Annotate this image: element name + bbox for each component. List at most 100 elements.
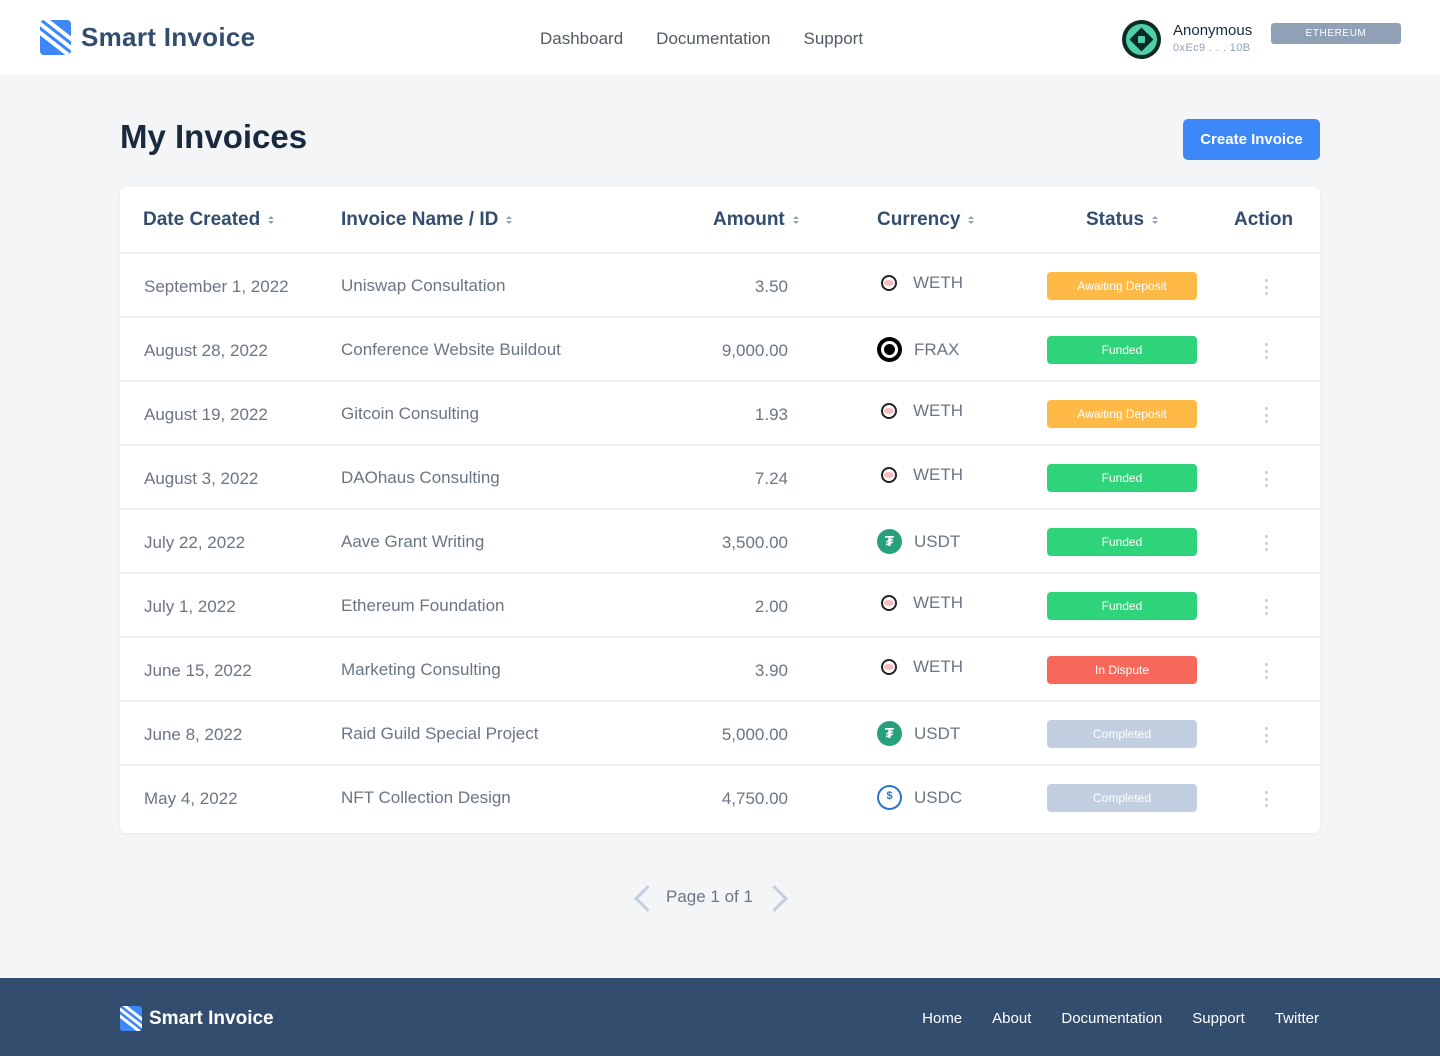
table-header: Date Created Invoice Name / ID Amount Cu… bbox=[120, 187, 1320, 254]
row-date: September 1, 2022 bbox=[144, 277, 289, 296]
table-row[interactable]: May 4, 2022 NFT Collection Design 4,750.… bbox=[120, 766, 1320, 830]
table-row[interactable]: August 3, 2022 DAOhaus Consulting 7.24 W… bbox=[120, 446, 1320, 510]
nav-support[interactable]: Support bbox=[804, 29, 864, 49]
nav-dashboard[interactable]: Dashboard bbox=[540, 29, 623, 49]
status-badge: Completed bbox=[1047, 784, 1197, 812]
status-badge: Awaiting Deposit bbox=[1047, 400, 1197, 428]
footer-link-home[interactable]: Home bbox=[922, 1010, 962, 1027]
row-invoice-name[interactable]: Raid Guild Special Project bbox=[341, 724, 538, 744]
row-currency-label: WETH bbox=[913, 273, 964, 292]
row-invoice-name[interactable]: Uniswap Consultation bbox=[341, 276, 505, 296]
column-header-currency[interactable]: Currency bbox=[877, 209, 975, 231]
row-amount: 3,500.00 bbox=[721, 533, 788, 552]
table-row[interactable]: August 19, 2022 Gitcoin Consulting 1.93 … bbox=[120, 382, 1320, 446]
brand-name: Smart Invoice bbox=[81, 22, 256, 52]
table-row[interactable]: August 28, 2022 Conference Website Build… bbox=[120, 318, 1320, 382]
nav-documentation[interactable]: Documentation bbox=[656, 29, 770, 49]
column-header-date[interactable]: Date Created bbox=[143, 209, 275, 231]
row-currency: WETH bbox=[877, 657, 963, 677]
row-date: June 8, 2022 bbox=[144, 725, 243, 744]
smart-invoice-logo-icon bbox=[120, 1006, 142, 1031]
footer-nav: Home About Documentation Support Twitter bbox=[922, 1010, 1319, 1027]
row-amount: 5,000.00 bbox=[721, 725, 788, 744]
row-actions-kebab-icon[interactable] bbox=[1258, 598, 1274, 616]
row-invoice-name[interactable]: Aave Grant Writing bbox=[341, 532, 484, 552]
row-currency: WETH bbox=[877, 273, 963, 293]
row-date: June 15, 2022 bbox=[144, 661, 252, 680]
row-actions-kebab-icon[interactable] bbox=[1258, 534, 1274, 552]
table-body: September 1, 2022 Uniswap Consultation 3… bbox=[120, 254, 1320, 830]
footer-link-documentation[interactable]: Documentation bbox=[1061, 1010, 1162, 1027]
usdt-icon: ₮ bbox=[877, 721, 902, 746]
footer-link-twitter[interactable]: Twitter bbox=[1275, 1010, 1319, 1027]
row-actions-kebab-icon[interactable] bbox=[1258, 278, 1274, 296]
row-currency-label: USDC bbox=[914, 787, 963, 807]
sort-icon bbox=[1152, 216, 1159, 224]
top-header: Smart Invoice Dashboard Documentation Su… bbox=[0, 0, 1440, 75]
account-menu[interactable]: Anonymous 0xEc9 . . . 10B bbox=[1122, 20, 1252, 59]
status-badge: Awaiting Deposit bbox=[1047, 272, 1197, 300]
row-amount: 2.00 bbox=[754, 597, 788, 616]
row-amount: 7.24 bbox=[754, 469, 788, 488]
sort-icon bbox=[506, 216, 513, 224]
column-header-amount[interactable]: Amount bbox=[713, 209, 799, 231]
chevron-left-icon[interactable] bbox=[630, 882, 652, 912]
row-invoice-name[interactable]: DAOhaus Consulting bbox=[341, 468, 500, 488]
page-title: My Invoices bbox=[120, 118, 308, 155]
column-header-name[interactable]: Invoice Name / ID bbox=[341, 209, 513, 231]
row-currency: USDC bbox=[877, 785, 962, 810]
column-header-label: Currency bbox=[877, 209, 961, 230]
table-row[interactable]: July 1, 2022 Ethereum Foundation 2.00 WE… bbox=[120, 574, 1320, 638]
row-actions-kebab-icon[interactable] bbox=[1258, 662, 1274, 680]
brand-logo[interactable]: Smart Invoice bbox=[40, 20, 255, 55]
usdc-icon bbox=[877, 785, 902, 810]
status-badge: Funded bbox=[1047, 464, 1197, 492]
status-badge: Completed bbox=[1047, 720, 1197, 748]
table-row[interactable]: July 22, 2022 Aave Grant Writing 3,500.0… bbox=[120, 510, 1320, 574]
row-invoice-name[interactable]: NFT Collection Design bbox=[341, 788, 511, 808]
invoices-table: Date Created Invoice Name / ID Amount Cu… bbox=[120, 187, 1320, 833]
sort-icon bbox=[268, 216, 275, 224]
row-invoice-name[interactable]: Gitcoin Consulting bbox=[341, 404, 479, 424]
row-actions-kebab-icon[interactable] bbox=[1258, 406, 1274, 424]
column-header-label: Action bbox=[1234, 209, 1294, 230]
chevron-right-icon[interactable] bbox=[767, 882, 789, 912]
footer-link-support[interactable]: Support bbox=[1192, 1010, 1245, 1027]
row-invoice-name[interactable]: Ethereum Foundation bbox=[341, 596, 505, 616]
table-row[interactable]: September 1, 2022 Uniswap Consultation 3… bbox=[120, 254, 1320, 318]
row-currency: WETH bbox=[877, 593, 963, 613]
row-date: August 19, 2022 bbox=[144, 405, 268, 424]
table-row[interactable]: June 8, 2022 Raid Guild Special Project … bbox=[120, 702, 1320, 766]
row-currency: ₮ USDT bbox=[877, 529, 960, 554]
pagination: Page 1 of 1 bbox=[630, 882, 789, 912]
sort-icon bbox=[792, 216, 799, 224]
create-invoice-button[interactable]: Create Invoice bbox=[1183, 119, 1320, 160]
row-currency-label: WETH bbox=[913, 401, 964, 420]
weth-icon bbox=[881, 467, 897, 483]
row-invoice-name[interactable]: Conference Website Buildout bbox=[341, 340, 561, 360]
row-currency-label: USDT bbox=[914, 723, 961, 743]
row-currency-label: WETH bbox=[913, 593, 964, 612]
row-currency-label: WETH bbox=[913, 657, 964, 676]
status-badge: Funded bbox=[1047, 592, 1197, 620]
footer-brand-logo[interactable]: Smart Invoice bbox=[120, 1006, 274, 1031]
footer: Smart Invoice Home About Documentation S… bbox=[0, 978, 1440, 1056]
row-amount: 3.50 bbox=[754, 277, 788, 296]
row-actions-kebab-icon[interactable] bbox=[1258, 726, 1274, 744]
weth-icon bbox=[881, 659, 897, 675]
footer-link-about[interactable]: About bbox=[992, 1010, 1031, 1027]
column-header-status[interactable]: Status bbox=[1086, 209, 1159, 231]
row-actions-kebab-icon[interactable] bbox=[1258, 470, 1274, 488]
row-currency-label: USDT bbox=[914, 531, 961, 551]
network-badge[interactable]: ETHEREUM bbox=[1271, 23, 1401, 44]
avatar bbox=[1122, 20, 1161, 59]
row-actions-kebab-icon[interactable] bbox=[1258, 790, 1274, 808]
status-badge: Funded bbox=[1047, 336, 1197, 364]
frax-icon bbox=[877, 337, 902, 362]
smart-invoice-logo-icon bbox=[40, 20, 71, 55]
row-invoice-name[interactable]: Marketing Consulting bbox=[341, 660, 501, 680]
column-header-label: Date Created bbox=[143, 209, 261, 230]
status-badge: In Dispute bbox=[1047, 656, 1197, 684]
row-actions-kebab-icon[interactable] bbox=[1258, 342, 1274, 360]
table-row[interactable]: June 15, 2022 Marketing Consulting 3.90 … bbox=[120, 638, 1320, 702]
